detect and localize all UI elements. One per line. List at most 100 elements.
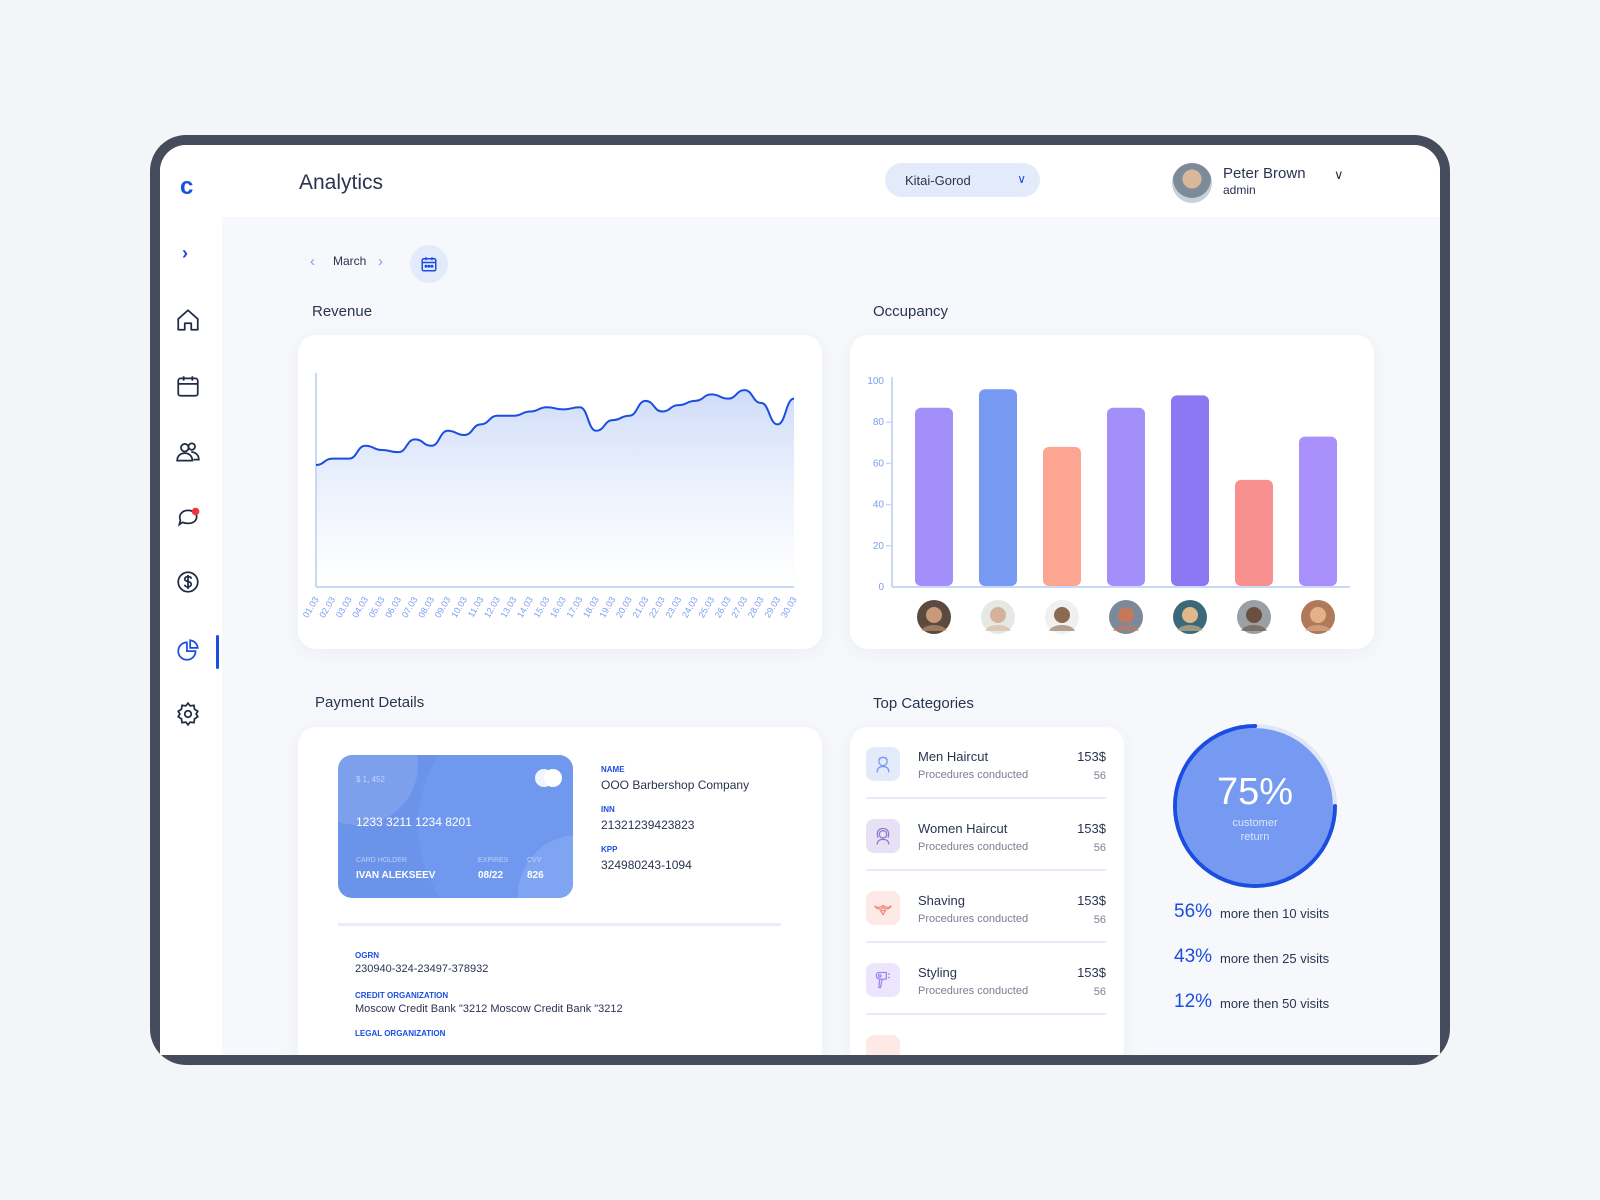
y-tick-label: 100: [867, 376, 884, 387]
category-sub: Procedures conducted: [918, 769, 1029, 781]
sidebar-item-home[interactable]: [175, 307, 201, 333]
category-count: 56: [1093, 914, 1106, 926]
card-balance: $ 1, 452: [356, 775, 385, 784]
list-item[interactable]: Styling Procedures conducted 153$ 56: [866, 943, 1106, 1015]
card-holder-label: CARD HOLDER: [356, 857, 407, 864]
sidebar-item-calendar[interactable]: [175, 373, 201, 399]
card-number: 1233 3211 1234 8201: [356, 815, 472, 829]
sidebar-item-analytics[interactable]: [175, 637, 201, 663]
field-value: 230940-324-23497-378932: [355, 963, 489, 975]
occupancy-bar[interactable]: [1299, 436, 1337, 586]
field-label: LEGAL ORGANIZATION: [355, 1029, 446, 1038]
calendar-icon: [177, 376, 199, 397]
home-icon: [177, 309, 199, 331]
payment-card: $ 1, 452 1233 3211 1234 8201 CARD HOLDER…: [298, 727, 822, 1055]
revenue-title: Revenue: [312, 303, 373, 320]
card-cvv: 826: [527, 870, 544, 881]
master-avatar[interactable]: [1045, 600, 1079, 634]
card-brand-icon: [535, 769, 563, 787]
chat-icon: [177, 507, 200, 527]
man-icon: [866, 747, 900, 781]
user-menu[interactable]: Peter Brown admin ∨: [1172, 161, 1372, 205]
card-holder: IVAN ALEKSEEV: [356, 870, 436, 881]
field-value: 324980243-1094: [601, 858, 692, 872]
user-role: admin: [1223, 183, 1256, 197]
prev-month-button[interactable]: ‹: [310, 253, 315, 270]
woman-icon: [866, 819, 900, 853]
category-sub: Procedures conducted: [918, 841, 1029, 853]
month-label: March: [333, 254, 367, 268]
master-avatar[interactable]: [917, 600, 951, 634]
stat-percent: 56%: [1174, 901, 1213, 922]
retention-label-line: customer: [1232, 817, 1278, 829]
category-icon: [866, 1035, 900, 1055]
category-price: 153$: [1077, 893, 1106, 908]
pie-chart-icon: [177, 639, 199, 661]
sidebar-item-finance[interactable]: [175, 569, 201, 595]
card-cvv-label: CVV: [527, 857, 542, 864]
master-avatar[interactable]: [1237, 600, 1271, 634]
dollar-icon: [177, 571, 199, 593]
card-expires: 08/22: [478, 870, 504, 881]
calendar-button[interactable]: [410, 245, 448, 283]
master-avatar[interactable]: [1173, 600, 1207, 634]
chevron-down-icon: ∨: [1334, 167, 1344, 182]
app-logo[interactable]: c: [180, 173, 193, 201]
divider: [338, 923, 781, 926]
list-item[interactable]: Women Haircut Procedures conducted 153$ …: [866, 799, 1106, 871]
sidebar-item-clients[interactable]: [175, 439, 201, 465]
next-month-button[interactable]: ›: [378, 253, 383, 270]
chevron-down-icon: ∨: [1017, 172, 1026, 186]
page-title: Analytics: [299, 171, 384, 194]
list-item[interactable]: Men Haircut Procedures conducted 153$ 56: [866, 727, 1106, 799]
stat-text: more then 50 visits: [1220, 996, 1330, 1011]
field-value: OOO Barbershop Company: [601, 778, 750, 792]
field-label: CREDIT ORGANIZATION: [355, 991, 449, 1000]
sidebar-item-settings[interactable]: [175, 701, 201, 727]
master-avatar[interactable]: [1109, 600, 1143, 634]
occupancy-bar[interactable]: [1043, 446, 1081, 586]
occupancy-bar[interactable]: [979, 389, 1017, 586]
card-expires-label: EXPIRES: [478, 857, 509, 864]
category-count: 56: [1093, 842, 1106, 854]
category-name: Women Haircut: [918, 821, 1008, 836]
users-icon: [176, 442, 200, 462]
location-select[interactable]: Kitai-Gorod ∨: [885, 163, 1040, 197]
occupancy-chart: 0 20 40 60 80 100: [867, 376, 1350, 634]
category-name: Styling: [918, 965, 958, 980]
occupancy-card: 0 20 40 60 80 100: [850, 335, 1374, 649]
master-avatar[interactable]: [981, 600, 1015, 634]
bank-card[interactable]: $ 1, 452 1233 3211 1234 8201 CARD HOLDER…: [338, 755, 573, 898]
field-label: OGRN: [355, 951, 379, 960]
user-name: Peter Brown: [1223, 165, 1306, 182]
chevron-right-icon[interactable]: ›: [182, 243, 188, 264]
field-value: Moscow Credit Bank "3212 Moscow Credit B…: [355, 1003, 623, 1015]
list-item[interactable]: [866, 1015, 1106, 1055]
stat-text: more then 10 visits: [1220, 906, 1330, 921]
occupancy-bar[interactable]: [1171, 395, 1209, 586]
app-screen: c › Analytics Kitai-Gorod ∨ Peter Brown …: [160, 145, 1440, 1055]
field-value: 21321239423823: [601, 818, 695, 832]
revenue-area: [316, 390, 794, 587]
category-price: 153$: [1077, 749, 1106, 764]
occupancy-bar[interactable]: [1107, 407, 1145, 586]
occupancy-bar[interactable]: [1235, 479, 1273, 586]
master-avatar[interactable]: [1301, 600, 1335, 634]
sidebar-item-messages[interactable]: [175, 505, 201, 531]
category-name: Shaving: [918, 893, 965, 908]
y-tick-label: 40: [873, 500, 885, 511]
hairdryer-icon: [866, 963, 900, 997]
list-item[interactable]: Shaving Procedures conducted 153$ 56: [866, 871, 1106, 943]
occupancy-bar[interactable]: [915, 407, 953, 586]
y-tick-label: 60: [873, 458, 885, 469]
y-tick-label: 80: [873, 417, 885, 428]
occupancy-title: Occupancy: [873, 303, 949, 320]
category-count: 56: [1093, 986, 1106, 998]
field-label: INN: [601, 805, 615, 814]
field-label: KPP: [601, 845, 618, 854]
device-frame: c › Analytics Kitai-Gorod ∨ Peter Brown …: [150, 135, 1450, 1065]
retention-label: customer return: [1172, 816, 1338, 844]
mustache-icon: [866, 891, 900, 925]
retention-percent: 75%: [1216, 771, 1294, 813]
category-price: 153$: [1077, 821, 1106, 836]
